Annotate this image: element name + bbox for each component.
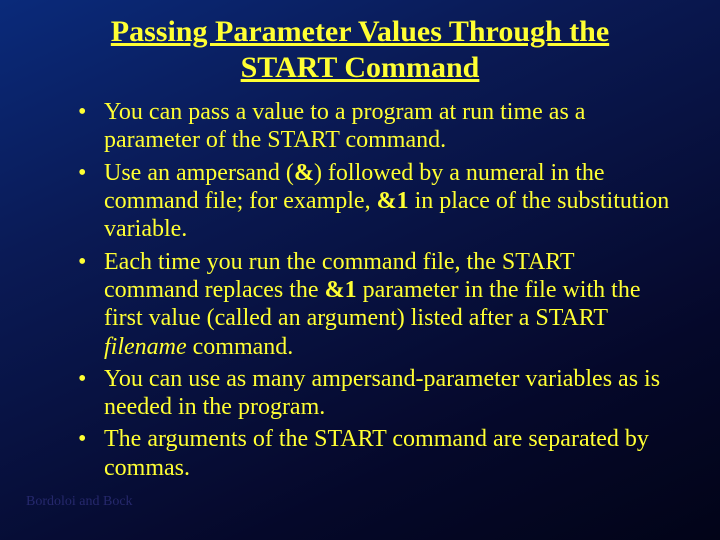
bold-text: &1 bbox=[377, 188, 409, 214]
bold-text: & bbox=[294, 160, 314, 186]
bullet-text: Use an ampersand ( bbox=[104, 160, 294, 186]
bold-text: &1 bbox=[325, 277, 357, 303]
bullet-list: You can pass a value to a program at run… bbox=[30, 98, 690, 482]
bullet-text: command. bbox=[187, 334, 294, 360]
list-item: Use an ampersand (&) followed by a numer… bbox=[78, 159, 670, 244]
bullet-text: The arguments of the START command are s… bbox=[104, 426, 649, 480]
slide: Passing Parameter Values Through the STA… bbox=[0, 0, 720, 482]
slide-title: Passing Parameter Values Through the STA… bbox=[30, 14, 690, 86]
list-item: You can pass a value to a program at run… bbox=[78, 98, 670, 155]
bullet-text: You can pass a value to a program at run… bbox=[104, 99, 585, 153]
bullet-text: You can use as many ampersand-parameter … bbox=[104, 366, 660, 420]
list-item: The arguments of the START command are s… bbox=[78, 425, 670, 482]
footer-credit: Bordoloi and Bock bbox=[26, 494, 133, 510]
italic-text: filename bbox=[104, 334, 187, 360]
list-item: Each time you run the command file, the … bbox=[78, 248, 670, 361]
list-item: You can use as many ampersand-parameter … bbox=[78, 365, 670, 422]
